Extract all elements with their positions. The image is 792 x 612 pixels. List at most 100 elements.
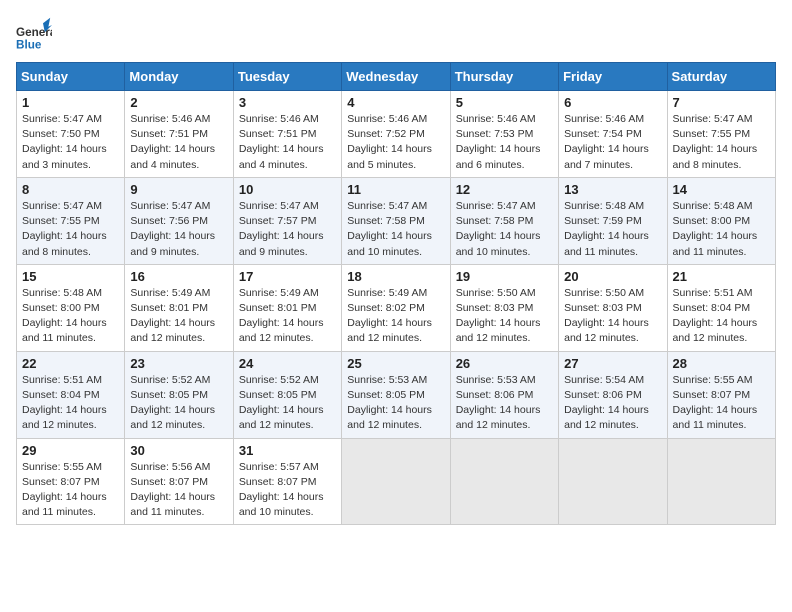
calendar-week-row: 15 Sunrise: 5:48 AMSunset: 8:00 PMDaylig… bbox=[17, 264, 776, 351]
calendar-cell: 25 Sunrise: 5:53 AMSunset: 8:05 PMDaylig… bbox=[342, 351, 450, 438]
day-detail: Sunrise: 5:47 AMSunset: 7:50 PMDaylight:… bbox=[22, 112, 119, 173]
day-number: 27 bbox=[564, 356, 661, 371]
calendar-cell: 28 Sunrise: 5:55 AMSunset: 8:07 PMDaylig… bbox=[667, 351, 775, 438]
calendar-cell: 8 Sunrise: 5:47 AMSunset: 7:55 PMDayligh… bbox=[17, 177, 125, 264]
day-detail: Sunrise: 5:46 AMSunset: 7:53 PMDaylight:… bbox=[456, 112, 553, 173]
column-header-tuesday: Tuesday bbox=[233, 63, 341, 91]
day-number: 21 bbox=[673, 269, 770, 284]
day-detail: Sunrise: 5:50 AMSunset: 8:03 PMDaylight:… bbox=[564, 286, 661, 347]
day-detail: Sunrise: 5:46 AMSunset: 7:51 PMDaylight:… bbox=[239, 112, 336, 173]
day-number: 11 bbox=[347, 182, 444, 197]
calendar-cell: 21 Sunrise: 5:51 AMSunset: 8:04 PMDaylig… bbox=[667, 264, 775, 351]
day-detail: Sunrise: 5:49 AMSunset: 8:01 PMDaylight:… bbox=[239, 286, 336, 347]
day-number: 8 bbox=[22, 182, 119, 197]
calendar-cell: 10 Sunrise: 5:47 AMSunset: 7:57 PMDaylig… bbox=[233, 177, 341, 264]
calendar-cell: 24 Sunrise: 5:52 AMSunset: 8:05 PMDaylig… bbox=[233, 351, 341, 438]
calendar-cell: 29 Sunrise: 5:55 AMSunset: 8:07 PMDaylig… bbox=[17, 438, 125, 525]
calendar-cell: 19 Sunrise: 5:50 AMSunset: 8:03 PMDaylig… bbox=[450, 264, 558, 351]
day-number: 30 bbox=[130, 443, 227, 458]
day-number: 19 bbox=[456, 269, 553, 284]
calendar-cell: 2 Sunrise: 5:46 AMSunset: 7:51 PMDayligh… bbox=[125, 91, 233, 178]
calendar-week-row: 8 Sunrise: 5:47 AMSunset: 7:55 PMDayligh… bbox=[17, 177, 776, 264]
calendar-week-row: 1 Sunrise: 5:47 AMSunset: 7:50 PMDayligh… bbox=[17, 91, 776, 178]
day-detail: Sunrise: 5:49 AMSunset: 8:01 PMDaylight:… bbox=[130, 286, 227, 347]
day-detail: Sunrise: 5:49 AMSunset: 8:02 PMDaylight:… bbox=[347, 286, 444, 347]
day-number: 26 bbox=[456, 356, 553, 371]
day-number: 12 bbox=[456, 182, 553, 197]
day-number: 18 bbox=[347, 269, 444, 284]
calendar-cell: 4 Sunrise: 5:46 AMSunset: 7:52 PMDayligh… bbox=[342, 91, 450, 178]
column-header-wednesday: Wednesday bbox=[342, 63, 450, 91]
column-header-monday: Monday bbox=[125, 63, 233, 91]
day-detail: Sunrise: 5:48 AMSunset: 8:00 PMDaylight:… bbox=[673, 199, 770, 260]
day-detail: Sunrise: 5:48 AMSunset: 7:59 PMDaylight:… bbox=[564, 199, 661, 260]
day-number: 6 bbox=[564, 95, 661, 110]
calendar-cell: 16 Sunrise: 5:49 AMSunset: 8:01 PMDaylig… bbox=[125, 264, 233, 351]
calendar-cell: 9 Sunrise: 5:47 AMSunset: 7:56 PMDayligh… bbox=[125, 177, 233, 264]
calendar-cell: 13 Sunrise: 5:48 AMSunset: 7:59 PMDaylig… bbox=[559, 177, 667, 264]
calendar-table: SundayMondayTuesdayWednesdayThursdayFrid… bbox=[16, 62, 776, 525]
calendar-cell: 6 Sunrise: 5:46 AMSunset: 7:54 PMDayligh… bbox=[559, 91, 667, 178]
calendar-cell: 22 Sunrise: 5:51 AMSunset: 8:04 PMDaylig… bbox=[17, 351, 125, 438]
calendar-cell: 5 Sunrise: 5:46 AMSunset: 7:53 PMDayligh… bbox=[450, 91, 558, 178]
day-detail: Sunrise: 5:57 AMSunset: 8:07 PMDaylight:… bbox=[239, 460, 336, 521]
calendar-cell: 7 Sunrise: 5:47 AMSunset: 7:55 PMDayligh… bbox=[667, 91, 775, 178]
page-header: General Blue bbox=[16, 16, 776, 52]
day-detail: Sunrise: 5:47 AMSunset: 7:58 PMDaylight:… bbox=[347, 199, 444, 260]
svg-text:Blue: Blue bbox=[16, 38, 42, 51]
day-number: 13 bbox=[564, 182, 661, 197]
day-detail: Sunrise: 5:47 AMSunset: 7:55 PMDaylight:… bbox=[673, 112, 770, 173]
day-number: 7 bbox=[673, 95, 770, 110]
day-number: 3 bbox=[239, 95, 336, 110]
day-number: 4 bbox=[347, 95, 444, 110]
day-detail: Sunrise: 5:51 AMSunset: 8:04 PMDaylight:… bbox=[22, 373, 119, 434]
day-number: 16 bbox=[130, 269, 227, 284]
calendar-week-row: 22 Sunrise: 5:51 AMSunset: 8:04 PMDaylig… bbox=[17, 351, 776, 438]
calendar-cell: 12 Sunrise: 5:47 AMSunset: 7:58 PMDaylig… bbox=[450, 177, 558, 264]
calendar-cell: 20 Sunrise: 5:50 AMSunset: 8:03 PMDaylig… bbox=[559, 264, 667, 351]
day-detail: Sunrise: 5:46 AMSunset: 7:54 PMDaylight:… bbox=[564, 112, 661, 173]
day-detail: Sunrise: 5:47 AMSunset: 7:58 PMDaylight:… bbox=[456, 199, 553, 260]
day-detail: Sunrise: 5:47 AMSunset: 7:55 PMDaylight:… bbox=[22, 199, 119, 260]
day-number: 29 bbox=[22, 443, 119, 458]
day-detail: Sunrise: 5:48 AMSunset: 8:00 PMDaylight:… bbox=[22, 286, 119, 347]
day-detail: Sunrise: 5:54 AMSunset: 8:06 PMDaylight:… bbox=[564, 373, 661, 434]
day-number: 17 bbox=[239, 269, 336, 284]
calendar-header-row: SundayMondayTuesdayWednesdayThursdayFrid… bbox=[17, 63, 776, 91]
column-header-friday: Friday bbox=[559, 63, 667, 91]
day-number: 28 bbox=[673, 356, 770, 371]
calendar-cell: 11 Sunrise: 5:47 AMSunset: 7:58 PMDaylig… bbox=[342, 177, 450, 264]
day-detail: Sunrise: 5:53 AMSunset: 8:05 PMDaylight:… bbox=[347, 373, 444, 434]
logo: General Blue bbox=[16, 16, 52, 52]
calendar-cell: 18 Sunrise: 5:49 AMSunset: 8:02 PMDaylig… bbox=[342, 264, 450, 351]
day-number: 24 bbox=[239, 356, 336, 371]
day-number: 1 bbox=[22, 95, 119, 110]
day-detail: Sunrise: 5:52 AMSunset: 8:05 PMDaylight:… bbox=[239, 373, 336, 434]
calendar-cell: 15 Sunrise: 5:48 AMSunset: 8:00 PMDaylig… bbox=[17, 264, 125, 351]
calendar-cell: 1 Sunrise: 5:47 AMSunset: 7:50 PMDayligh… bbox=[17, 91, 125, 178]
day-detail: Sunrise: 5:47 AMSunset: 7:57 PMDaylight:… bbox=[239, 199, 336, 260]
day-detail: Sunrise: 5:55 AMSunset: 8:07 PMDaylight:… bbox=[673, 373, 770, 434]
column-header-sunday: Sunday bbox=[17, 63, 125, 91]
day-number: 2 bbox=[130, 95, 227, 110]
day-detail: Sunrise: 5:46 AMSunset: 7:52 PMDaylight:… bbox=[347, 112, 444, 173]
calendar-cell bbox=[450, 438, 558, 525]
calendar-cell bbox=[667, 438, 775, 525]
calendar-cell: 26 Sunrise: 5:53 AMSunset: 8:06 PMDaylig… bbox=[450, 351, 558, 438]
day-number: 10 bbox=[239, 182, 336, 197]
day-number: 20 bbox=[564, 269, 661, 284]
calendar-week-row: 29 Sunrise: 5:55 AMSunset: 8:07 PMDaylig… bbox=[17, 438, 776, 525]
day-detail: Sunrise: 5:46 AMSunset: 7:51 PMDaylight:… bbox=[130, 112, 227, 173]
day-detail: Sunrise: 5:47 AMSunset: 7:56 PMDaylight:… bbox=[130, 199, 227, 260]
day-detail: Sunrise: 5:51 AMSunset: 8:04 PMDaylight:… bbox=[673, 286, 770, 347]
column-header-saturday: Saturday bbox=[667, 63, 775, 91]
calendar-cell bbox=[559, 438, 667, 525]
calendar-cell: 14 Sunrise: 5:48 AMSunset: 8:00 PMDaylig… bbox=[667, 177, 775, 264]
logo-icon: General Blue bbox=[16, 16, 52, 52]
calendar-cell: 30 Sunrise: 5:56 AMSunset: 8:07 PMDaylig… bbox=[125, 438, 233, 525]
day-number: 31 bbox=[239, 443, 336, 458]
day-detail: Sunrise: 5:55 AMSunset: 8:07 PMDaylight:… bbox=[22, 460, 119, 521]
calendar-cell: 27 Sunrise: 5:54 AMSunset: 8:06 PMDaylig… bbox=[559, 351, 667, 438]
day-number: 23 bbox=[130, 356, 227, 371]
day-number: 5 bbox=[456, 95, 553, 110]
